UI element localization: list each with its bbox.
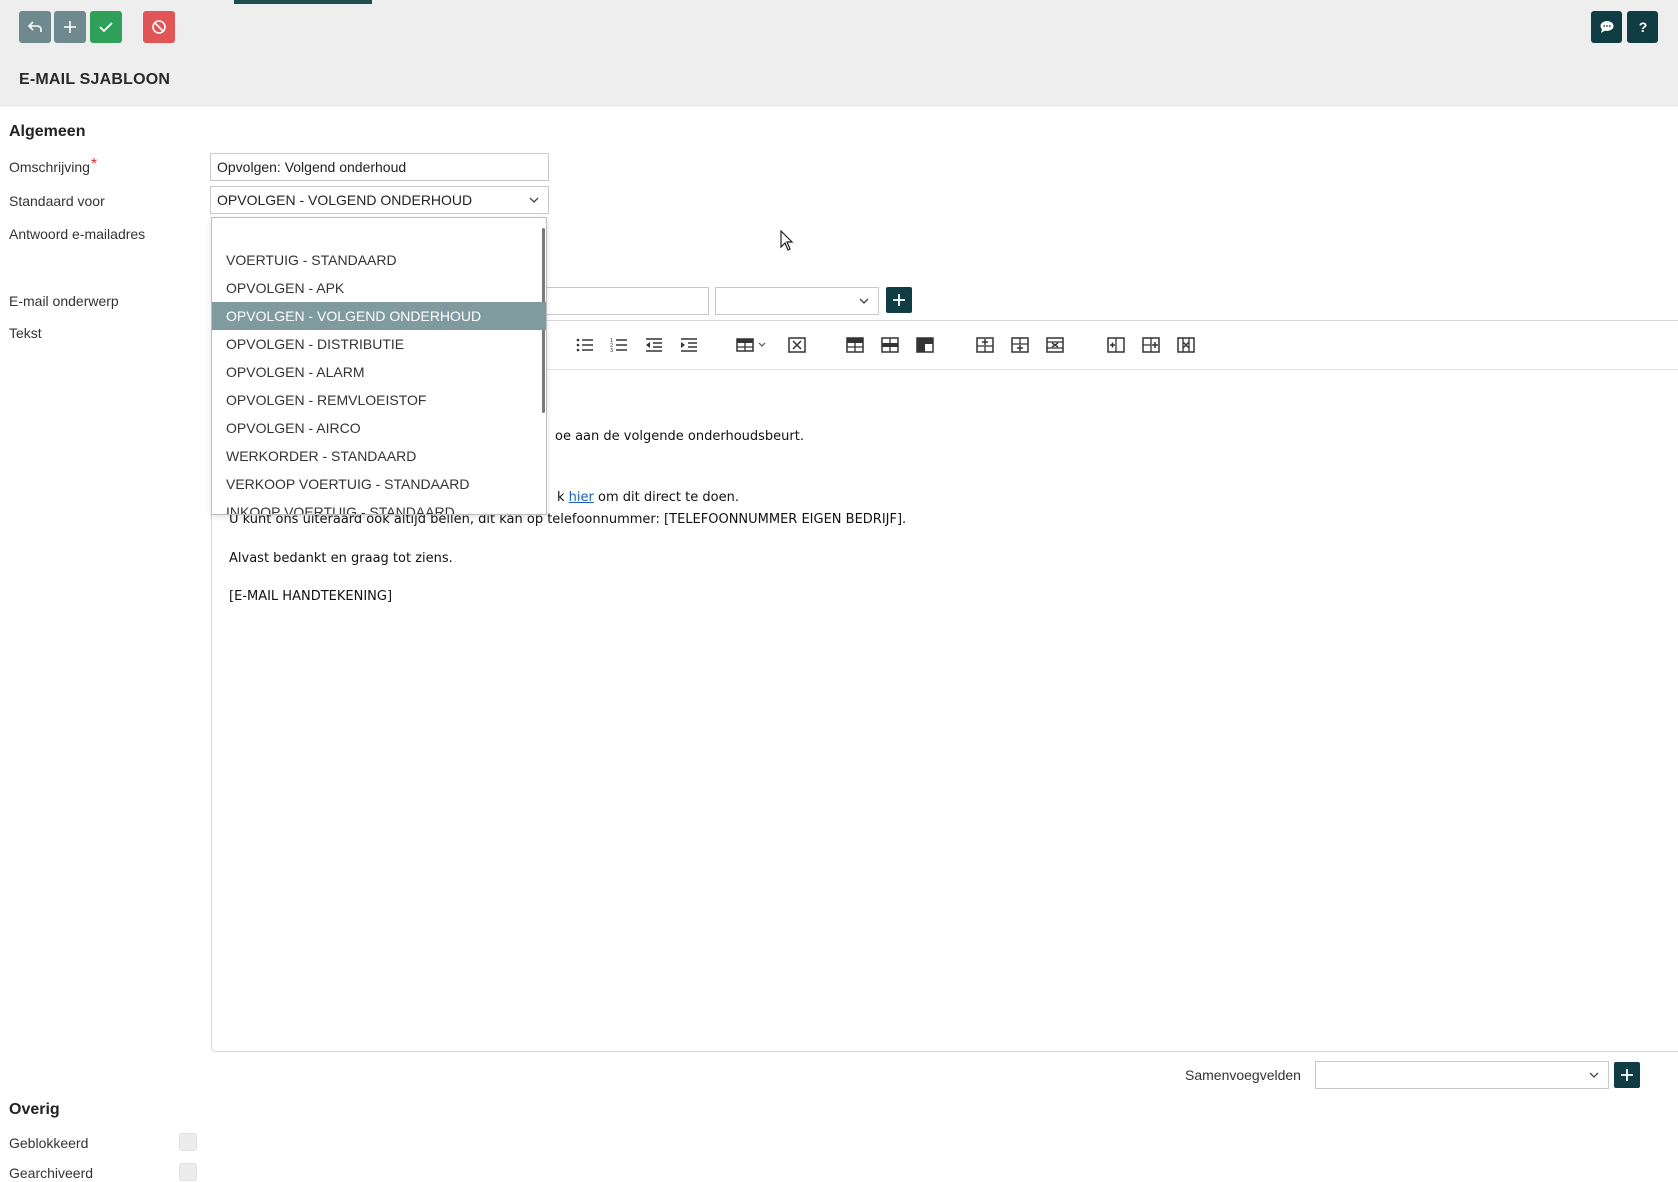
svg-text:3: 3 — [610, 348, 613, 353]
outdent-icon[interactable] — [643, 335, 665, 355]
dropdown-option-selected[interactable]: OPVOLGEN - VOLGEND ONDERHOUD — [212, 302, 546, 330]
editor-line: Alvast bedankt en graag tot ziens. — [229, 551, 453, 566]
dropdown-option[interactable]: OPVOLGEN - AIRCO — [212, 414, 546, 442]
chat-button[interactable] — [1591, 11, 1622, 43]
plus-icon — [893, 294, 905, 306]
onderwerp-merge-select[interactable] — [715, 287, 879, 315]
onderwerp-input[interactable] — [540, 287, 709, 315]
cell-delete-icon[interactable] — [1044, 335, 1066, 355]
omschrijving-label: Omschrijving* — [9, 156, 98, 177]
plus-icon — [1621, 1069, 1633, 1081]
indent-icon[interactable] — [678, 335, 700, 355]
editor-text: k — [557, 490, 569, 505]
merge-fields-select[interactable] — [1315, 1061, 1609, 1089]
row-insert-below-icon[interactable] — [879, 335, 901, 355]
mouse-cursor-icon — [780, 230, 794, 251]
chevron-down-icon — [859, 298, 869, 304]
standaard-label: Standaard voor — [9, 193, 105, 209]
table-icon[interactable] — [736, 335, 770, 355]
cancel-icon — [152, 20, 166, 34]
dropdown-option[interactable]: OPVOLGEN - ALARM — [212, 358, 546, 386]
svg-text:?: ? — [1638, 19, 1647, 35]
column-insert-right-icon[interactable] — [1140, 335, 1162, 355]
help-icon: ? — [1638, 19, 1647, 35]
hier-link[interactable]: hier — [569, 490, 594, 505]
delete-table-icon[interactable] — [786, 335, 808, 355]
omschrijving-input[interactable]: Opvolgen: Volgend onderhoud — [210, 153, 549, 181]
chevron-down-icon — [529, 197, 539, 203]
row-insert-above-icon[interactable] — [844, 335, 866, 355]
dropdown-option[interactable]: VOERTUIG - STANDAARD — [212, 246, 546, 274]
numbered-list-icon[interactable]: 123 — [608, 335, 630, 355]
standaard-select-value: OPVOLGEN - VOLGEND ONDERHOUD — [217, 192, 473, 208]
gearchiveerd-checkbox[interactable] — [179, 1163, 197, 1181]
cell-insert-below-icon[interactable] — [1009, 335, 1031, 355]
editor-text: om dit direct te doen. — [593, 490, 739, 505]
dropdown-search-input[interactable] — [212, 218, 542, 246]
dropdown-option[interactable]: OPVOLGEN - APK — [212, 274, 546, 302]
undo-button[interactable] — [19, 11, 51, 43]
section-title-general: Algemeen — [9, 123, 86, 140]
top-toolbar: ? E-MAIL SJABLOON — [0, 0, 1678, 107]
page-title: E-MAIL SJABLOON — [19, 71, 171, 88]
onderwerp-label: E-mail onderwerp — [9, 293, 119, 309]
column-delete-icon[interactable] — [1175, 335, 1197, 355]
dropdown-option[interactable]: WERKORDER - STANDAARD — [212, 442, 546, 470]
geblokkeerd-label: Geblokkeerd — [9, 1135, 89, 1151]
editor-line: [E-MAIL HANDTEKENING] — [229, 589, 393, 604]
cell-insert-above-icon[interactable] — [974, 335, 996, 355]
dropdown-option[interactable]: OPVOLGEN - REMVLOEISTOF — [212, 386, 546, 414]
add-merge-field-button[interactable] — [1614, 1062, 1640, 1088]
add-button[interactable] — [54, 11, 86, 43]
help-button[interactable]: ? — [1627, 11, 1658, 43]
plus-icon — [64, 21, 76, 33]
gearchiveerd-label: Gearchiveerd — [9, 1165, 94, 1181]
check-icon — [99, 22, 113, 33]
omschrijving-label-text: Omschrijving — [9, 159, 90, 175]
dropdown-option[interactable]: INKOOP VOERTUIG - STANDAARD — [212, 498, 546, 514]
standaard-select[interactable]: OPVOLGEN - VOLGEND ONDERHOUD — [210, 186, 549, 214]
active-tab-indicator — [234, 0, 372, 4]
cancel-button[interactable] — [143, 11, 175, 43]
editor-line: k hier om dit direct te doen. — [557, 490, 739, 505]
tekst-label: Tekst — [9, 325, 42, 341]
chevron-down-icon — [1589, 1072, 1599, 1078]
standaard-dropdown-list[interactable]: VOERTUIG - STANDAARD OPVOLGEN - APK OPVO… — [211, 217, 547, 515]
save-button[interactable] — [90, 11, 122, 43]
add-merge-field-subject-button[interactable] — [886, 287, 912, 313]
required-marker: * — [90, 156, 98, 173]
column-insert-left-icon[interactable] — [1105, 335, 1127, 355]
dropdown-option[interactable]: OPVOLGEN - DISTRIBUTIE — [212, 330, 546, 358]
row-header-icon[interactable] — [914, 335, 936, 355]
undo-icon — [27, 21, 42, 32]
merge-fields-label: Samenvoegvelden — [1185, 1067, 1301, 1083]
antwoord-label: Antwoord e-mailadres — [9, 226, 146, 242]
editor-line: oe aan de volgende onderhoudsbeurt. — [555, 429, 804, 444]
bullet-list-icon[interactable] — [574, 335, 596, 355]
dropdown-option[interactable]: VERKOOP VOERTUIG - STANDAARD — [212, 470, 546, 498]
section-title-other: Overig — [9, 1101, 60, 1118]
chat-icon — [1600, 21, 1613, 33]
geblokkeerd-checkbox[interactable] — [179, 1133, 197, 1151]
